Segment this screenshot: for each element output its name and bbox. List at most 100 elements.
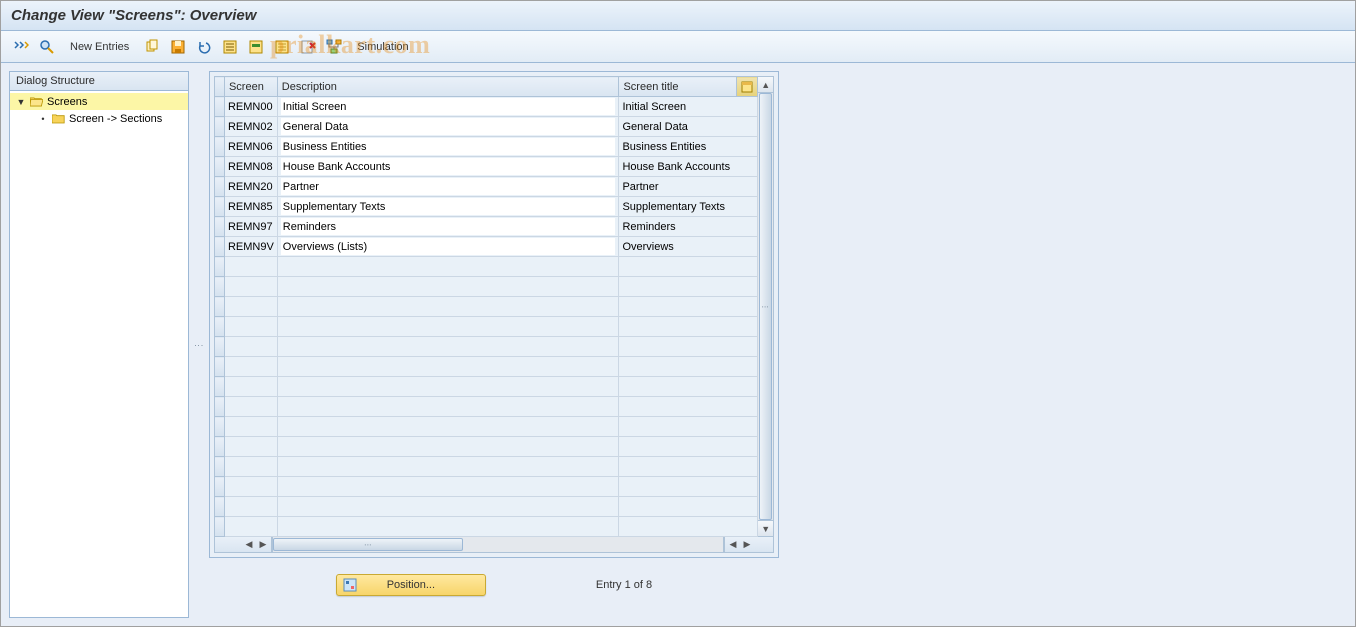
table-row[interactable]: REMN85Supplementary Texts xyxy=(215,197,758,217)
simulation-button[interactable]: Simulation xyxy=(348,36,417,58)
row-selector[interactable] xyxy=(215,257,225,277)
cell-description[interactable] xyxy=(277,517,619,537)
table-row-empty[interactable] xyxy=(215,317,758,337)
cell-description[interactable] xyxy=(277,177,619,197)
hscroll-thumb[interactable] xyxy=(273,538,463,551)
table-settings-icon[interactable] xyxy=(737,77,758,97)
row-selector[interactable] xyxy=(215,457,225,477)
row-selector[interactable] xyxy=(215,517,225,537)
table-row-empty[interactable] xyxy=(215,437,758,457)
description-input[interactable] xyxy=(281,98,616,115)
save-icon[interactable] xyxy=(166,36,190,58)
table-row-empty[interactable] xyxy=(215,377,758,397)
tree-item-screen-sections[interactable]: • Screen -> Sections xyxy=(10,110,188,127)
cell-description[interactable] xyxy=(277,277,619,297)
expand-arrow-icon[interactable]: ▼ xyxy=(16,97,26,107)
table-row-empty[interactable] xyxy=(215,337,758,357)
scroll-left-icon[interactable]: ◀ xyxy=(243,539,255,551)
description-input[interactable] xyxy=(281,218,616,235)
vertical-scrollbar[interactable]: ▲ ▼ xyxy=(758,76,774,537)
row-selector[interactable] xyxy=(215,497,225,517)
tree-icon[interactable] xyxy=(322,36,346,58)
row-selector[interactable] xyxy=(215,157,225,177)
scroll-right2-icon[interactable]: ▶ xyxy=(741,539,753,551)
table-row-empty[interactable] xyxy=(215,457,758,477)
scroll-thumb[interactable] xyxy=(759,93,772,520)
cell-description[interactable] xyxy=(277,477,619,497)
table-row-empty[interactable] xyxy=(215,297,758,317)
description-input[interactable] xyxy=(281,198,616,215)
row-selector[interactable] xyxy=(215,417,225,437)
table-row[interactable]: REMN02General Data xyxy=(215,117,758,137)
table-row-empty[interactable] xyxy=(215,497,758,517)
cell-description[interactable] xyxy=(277,457,619,477)
table-row[interactable]: REMN06Business Entities xyxy=(215,137,758,157)
scroll-left2-icon[interactable]: ◀ xyxy=(727,539,739,551)
cell-description[interactable] xyxy=(277,117,619,137)
description-input[interactable] xyxy=(281,118,616,135)
cell-description[interactable] xyxy=(277,257,619,277)
cell-description[interactable] xyxy=(277,157,619,177)
row-selector[interactable] xyxy=(215,337,225,357)
col-header-screen-title[interactable]: Screen title xyxy=(619,77,737,97)
row-selector[interactable] xyxy=(215,177,225,197)
table-row[interactable]: REMN20Partner xyxy=(215,177,758,197)
description-input[interactable] xyxy=(281,138,616,155)
cell-description[interactable] xyxy=(277,357,619,377)
cell-description[interactable] xyxy=(277,137,619,157)
find-icon[interactable] xyxy=(35,36,59,58)
cell-description[interactable] xyxy=(277,297,619,317)
new-entries-button[interactable]: New Entries xyxy=(61,36,138,58)
cell-description[interactable] xyxy=(277,377,619,397)
table-row-empty[interactable] xyxy=(215,277,758,297)
scroll-up-icon[interactable]: ▲ xyxy=(758,77,773,93)
row-selector[interactable] xyxy=(215,197,225,217)
table-row[interactable]: REMN97Reminders xyxy=(215,217,758,237)
row-selector[interactable] xyxy=(215,437,225,457)
table-row[interactable]: REMN00Initial Screen xyxy=(215,97,758,117)
undo-icon[interactable] xyxy=(192,36,216,58)
cell-description[interactable] xyxy=(277,217,619,237)
cell-description[interactable] xyxy=(277,437,619,457)
table-row[interactable]: REMN08House Bank Accounts xyxy=(215,157,758,177)
row-selector[interactable] xyxy=(215,117,225,137)
description-input[interactable] xyxy=(281,178,616,195)
toggle-icon[interactable] xyxy=(9,36,33,58)
cell-description[interactable] xyxy=(277,497,619,517)
select-all-header[interactable] xyxy=(215,77,225,97)
vertical-splitter[interactable]: ⋮ xyxy=(197,71,201,618)
cell-description[interactable] xyxy=(277,417,619,437)
col-header-screen[interactable]: Screen xyxy=(224,77,277,97)
cell-description[interactable] xyxy=(277,397,619,417)
select-block-icon[interactable] xyxy=(244,36,268,58)
col-header-description[interactable]: Description xyxy=(277,77,619,97)
scroll-right-icon[interactable]: ▶ xyxy=(257,539,269,551)
row-selector[interactable] xyxy=(215,317,225,337)
cell-description[interactable] xyxy=(277,317,619,337)
table-row-empty[interactable] xyxy=(215,357,758,377)
scroll-down-icon[interactable]: ▼ xyxy=(758,520,773,536)
cell-description[interactable] xyxy=(277,337,619,357)
tree-item-screens[interactable]: ▼ Screens xyxy=(10,93,188,110)
horizontal-scrollbar[interactable]: ◀ ▶ ◀ ▶ xyxy=(214,537,774,553)
row-selector[interactable] xyxy=(215,97,225,117)
deselect-icon[interactable] xyxy=(270,36,294,58)
row-selector[interactable] xyxy=(215,237,225,257)
row-selector[interactable] xyxy=(215,397,225,417)
cell-description[interactable] xyxy=(277,97,619,117)
row-selector[interactable] xyxy=(215,477,225,497)
row-selector[interactable] xyxy=(215,137,225,157)
select-all-icon[interactable] xyxy=(218,36,242,58)
position-button[interactable]: Position... xyxy=(336,574,486,596)
cell-description[interactable] xyxy=(277,237,619,257)
description-input[interactable] xyxy=(281,238,616,255)
row-selector[interactable] xyxy=(215,277,225,297)
table-row-empty[interactable] xyxy=(215,517,758,537)
table-row-empty[interactable] xyxy=(215,477,758,497)
table-row-empty[interactable] xyxy=(215,257,758,277)
cell-description[interactable] xyxy=(277,197,619,217)
table-row-empty[interactable] xyxy=(215,417,758,437)
delete-icon[interactable] xyxy=(296,36,320,58)
row-selector[interactable] xyxy=(215,217,225,237)
copy-icon[interactable] xyxy=(140,36,164,58)
